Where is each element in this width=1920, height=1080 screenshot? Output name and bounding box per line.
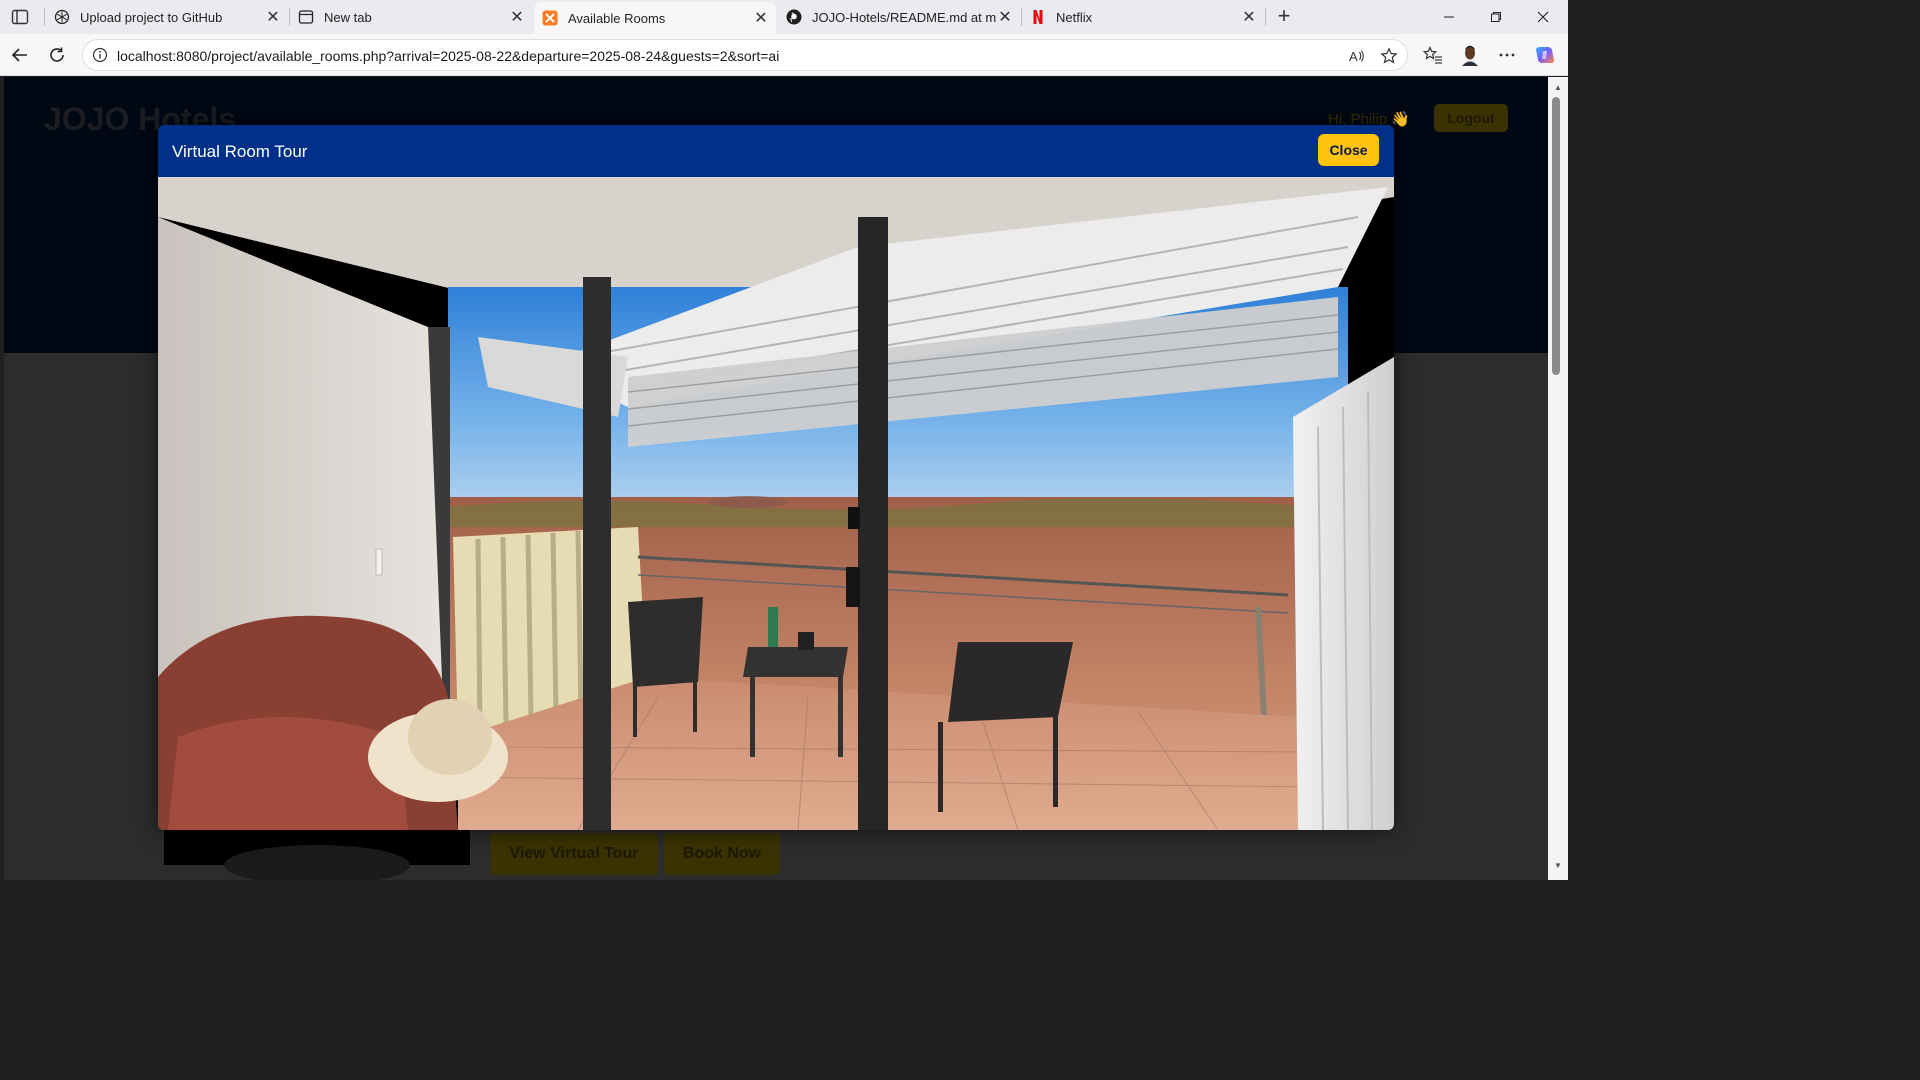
tab-upload-github[interactable]: Upload project to GitHub ✕ [46,0,288,34]
modal-title: Virtual Room Tour [172,142,308,161]
restore-icon[interactable] [1473,0,1519,34]
scroll-up-icon[interactable]: ▲ [1553,83,1563,93]
close-window-icon[interactable] [1520,0,1566,34]
tab-title: New tab [324,9,372,25]
scrollbar-thumb[interactable] [1552,97,1560,375]
tab-netflix[interactable]: Netflix ✕ [1022,0,1264,34]
netflix-icon [1030,9,1046,25]
tab-title: Upload project to GitHub [80,9,223,25]
tab-available-rooms[interactable]: Available Rooms ✕ [534,2,776,34]
new-tab-page-icon [298,9,314,25]
favorites-list-icon[interactable] [1421,43,1445,67]
virtual-tour-modal: Virtual Room Tour Close [158,125,1394,830]
logout-button[interactable]: Logout [1434,104,1508,132]
read-aloud-icon[interactable]: A [1347,46,1367,66]
scroll-down-icon[interactable]: ▼ [1553,861,1563,871]
tab-title: Available Rooms [568,10,666,26]
more-options-icon[interactable] [1495,43,1519,67]
address-bar[interactable]: localhost:8080/project/available_rooms.p… [82,39,1408,71]
refresh-icon[interactable] [44,42,70,68]
book-now-button[interactable]: Book Now [664,833,780,875]
xampp-icon [542,10,558,26]
url-text[interactable]: localhost:8080/project/available_rooms.p… [117,48,779,64]
tab-new-tab[interactable]: New tab ✕ [290,0,532,34]
close-tab-icon[interactable]: ✕ [752,9,770,27]
close-tab-icon[interactable]: ✕ [508,8,526,26]
browser-toolbar: localhost:8080/project/available_rooms.p… [0,34,1568,76]
chatgpt-icon [54,9,70,25]
close-button[interactable]: Close [1318,134,1379,166]
copilot-icon[interactable] [1533,43,1557,67]
close-tab-icon[interactable]: ✕ [996,8,1014,26]
new-tab-plus-icon[interactable]: + [1272,5,1296,29]
back-arrow-icon[interactable] [7,42,33,68]
page-scrollbar[interactable]: ▲ ▼ [1548,77,1568,880]
tab-actions-icon[interactable] [10,7,30,27]
github-icon [786,9,802,25]
tab-separator [44,8,45,26]
tab-title: Netflix [1056,9,1093,25]
modal-header: Virtual Room Tour Close [158,125,1394,177]
room-thumbnail [164,829,470,880]
panorama-viewer[interactable] [158,177,1394,830]
tab-title: JOJO-Hotels/README.md at main [812,9,996,25]
svg-text:A: A [1349,49,1358,64]
tab-github-readme[interactable]: JOJO-Hotels/README.md at main ✕ [778,0,1020,34]
site-info-icon[interactable] [92,47,108,63]
profile-avatar[interactable] [1458,43,1482,67]
close-tab-icon[interactable]: ✕ [264,8,282,26]
tab-separator [1265,8,1266,26]
favorite-star-icon[interactable] [1379,46,1399,66]
room-panorama-image[interactable] [158,177,1394,830]
minimize-icon[interactable] [1426,0,1472,34]
browser-tab-strip: Upload project to GitHub ✕ New tab ✕ Ava… [0,0,1568,34]
close-tab-icon[interactable]: ✕ [1240,8,1258,26]
view-virtual-tour-button[interactable]: View Virtual Tour [490,833,658,875]
